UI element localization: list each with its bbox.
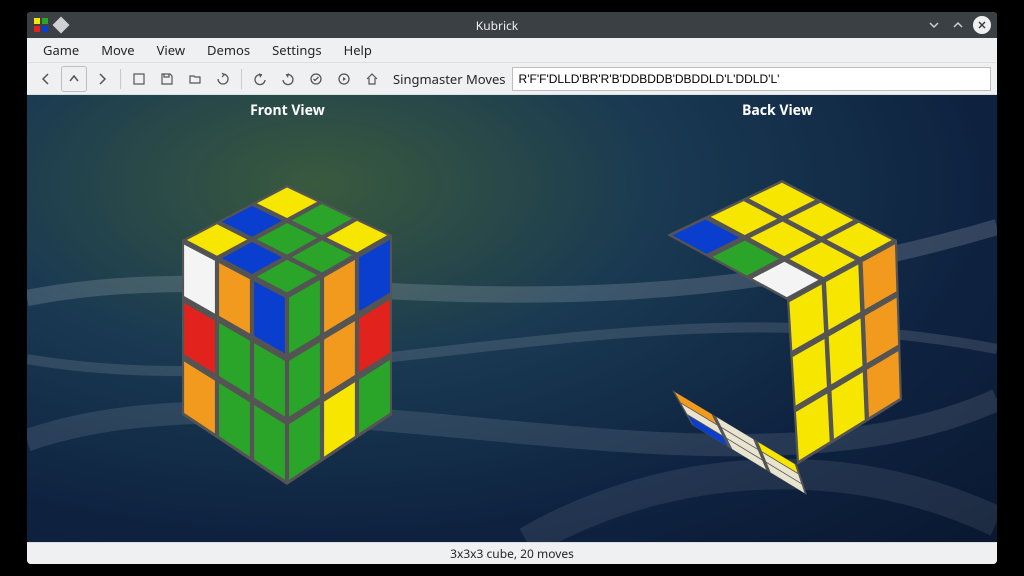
menu-view[interactable]: View [147,37,195,63]
toolbar-separator [120,69,121,89]
singmaster-input[interactable] [512,67,991,91]
statusbar: 3x3x3 cube, 20 moves [27,542,997,564]
menubar: Game Move View Demos Settings Help [27,38,997,63]
open-button[interactable] [182,66,208,92]
close-button[interactable] [973,16,991,34]
singmaster-label: Singmaster Moves [393,70,506,88]
demo-button[interactable] [331,66,357,92]
undo-button[interactable] [247,66,273,92]
new-game-button[interactable] [126,66,152,92]
maximize-button[interactable] [949,16,967,34]
save-button[interactable] [154,66,180,92]
front-cube[interactable] [127,165,447,509]
titlebar[interactable]: Kubrick [27,12,997,38]
menu-move[interactable]: Move [91,37,144,63]
back-view-label: Back View [742,101,813,120]
status-text: 3x3x3 cube, 20 moves [450,545,574,562]
redo-button[interactable] [275,66,301,92]
solve-button[interactable] [303,66,329,92]
pin-icon[interactable] [53,17,70,34]
scene-3d-view[interactable]: Front View Back View [27,95,997,542]
menu-help[interactable]: Help [334,37,382,63]
minimize-button[interactable] [925,16,943,34]
home-button[interactable] [359,66,385,92]
window-title: Kubrick [75,17,919,34]
restart-button[interactable] [210,66,236,92]
nav-forward-button[interactable] [89,66,115,92]
nav-up-button[interactable] [61,66,87,92]
toolbar-separator [241,69,242,89]
nav-back-button[interactable] [33,66,59,92]
front-view-label: Front View [250,101,325,120]
window: Kubrick Game Move View Demos Settings He… [27,12,997,564]
toolbar: Singmaster Moves [27,63,997,95]
menu-game[interactable]: Game [33,37,89,63]
back-cube[interactable] [622,165,942,509]
menu-demos[interactable]: Demos [197,37,260,63]
app-icon [33,17,49,33]
menu-settings[interactable]: Settings [262,37,331,63]
